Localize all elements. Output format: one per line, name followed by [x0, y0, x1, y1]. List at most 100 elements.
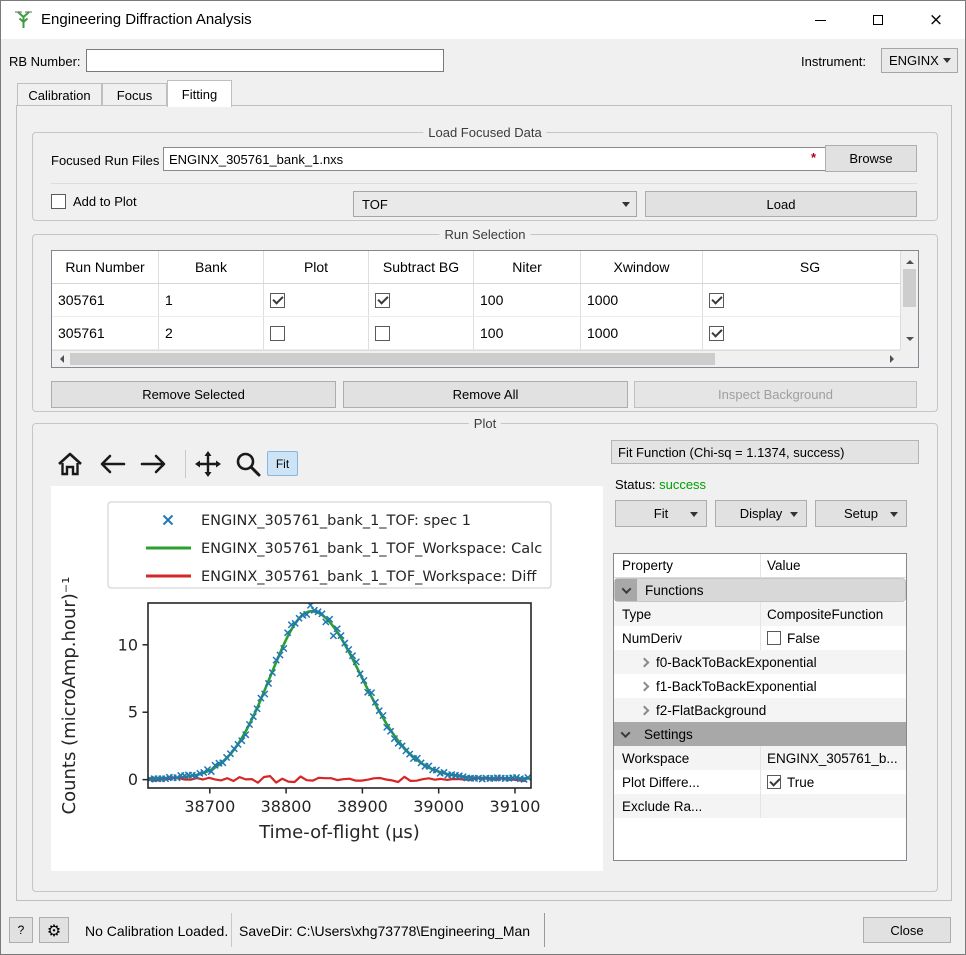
forward-arrow-icon [139, 452, 169, 476]
scrollbar-corner [900, 350, 918, 367]
setup-menu-button[interactable]: Setup [815, 500, 907, 527]
focused-run-files-input[interactable] [163, 147, 831, 171]
display-menu-button[interactable]: Display [715, 500, 807, 527]
property-value[interactable] [761, 794, 906, 818]
chevron-right-icon[interactable] [640, 657, 650, 667]
function-row-f0[interactable]: f0-BackToBackExponential [614, 650, 906, 674]
maximize-button[interactable] [849, 1, 907, 39]
column-header-niter[interactable]: Niter [474, 251, 581, 283]
scroll-down-icon[interactable] [906, 337, 914, 345]
property-row-workspace[interactable]: WorkspaceENGINX_305761_b... [614, 746, 906, 770]
chevron-right-icon[interactable] [640, 705, 650, 715]
remove-selected-button[interactable]: Remove Selected [51, 381, 336, 408]
plot-cell[interactable] [264, 284, 369, 316]
sg-checkbox[interactable] [709, 326, 724, 341]
sg-cell[interactable] [703, 317, 918, 349]
property-row-plot-differe-[interactable]: Plot Differe...True [614, 770, 906, 794]
function-name: f1-BackToBackExponential [656, 679, 817, 694]
rb-number-input[interactable] [86, 49, 444, 72]
add-to-plot-checkbox[interactable] [51, 194, 66, 209]
horizontal-scrollbar[interactable] [52, 350, 902, 367]
plot-checkbox[interactable] [270, 326, 285, 341]
property-group-functions[interactable]: Functions [614, 578, 906, 602]
property-name: Exclude Ra... [614, 794, 761, 818]
scroll-left-icon[interactable] [56, 355, 64, 363]
unit-dropdown[interactable]: TOF [353, 191, 637, 217]
checkbox-text: False [787, 631, 820, 646]
column-header-xwindow[interactable]: Xwindow [581, 251, 703, 283]
home-button[interactable] [53, 448, 87, 480]
column-header-subtract-bg[interactable]: Subtract BG [369, 251, 474, 283]
sg-cell[interactable] [703, 284, 918, 316]
tab-calibration[interactable]: Calibration [17, 83, 102, 106]
column-header-run-number[interactable]: Run Number [52, 251, 159, 283]
run-number-cell[interactable]: 305761 [52, 317, 159, 349]
chevron-down-icon [790, 512, 798, 521]
scroll-right-icon[interactable] [890, 355, 898, 363]
property-row-exclude-ra-[interactable]: Exclude Ra... [614, 794, 906, 818]
subtract-bg-cell[interactable] [369, 317, 474, 349]
load-button[interactable]: Load [645, 191, 917, 217]
forward-button[interactable] [137, 448, 171, 480]
bank-cell[interactable]: 1 [159, 284, 264, 316]
plot-cell[interactable] [264, 317, 369, 349]
xwindow-cell[interactable]: 1000 [581, 317, 703, 349]
svg-text:5: 5 [128, 703, 138, 722]
column-header-bank[interactable]: Bank [159, 251, 264, 283]
pan-button[interactable] [191, 448, 225, 480]
xwindow-cell[interactable]: 1000 [581, 284, 703, 316]
function-row-f1[interactable]: f1-BackToBackExponential [614, 674, 906, 698]
niter-cell[interactable]: 100 [474, 317, 581, 349]
column-header-plot[interactable]: Plot [264, 251, 369, 283]
plot-canvas[interactable]: 38700388003890039000391000510Time-of-fli… [51, 486, 603, 871]
help-button[interactable]: ? [9, 917, 33, 943]
close-button[interactable]: Close [863, 917, 951, 943]
subtract-bg-cell[interactable] [369, 284, 474, 316]
property-value[interactable]: CompositeFunction [761, 602, 906, 626]
property-name: Plot Differe... [614, 770, 761, 794]
load-group-title: Load Focused Data [423, 125, 546, 140]
plot-checkbox[interactable] [270, 293, 285, 308]
remove-all-button[interactable]: Remove All [343, 381, 628, 408]
column-header-sg[interactable]: SG [703, 251, 918, 283]
run-table-header: Run NumberBankPlotSubtract BGNiterXwindo… [52, 251, 918, 284]
tab-fitting[interactable]: Fitting [167, 80, 232, 107]
back-button[interactable] [95, 448, 129, 480]
browse-button[interactable]: Browse [825, 145, 917, 172]
vertical-scroll-thumb[interactable] [903, 269, 916, 307]
property-row-type[interactable]: TypeCompositeFunction [614, 602, 906, 626]
fit-toggle-button[interactable]: Fit [267, 451, 298, 476]
svg-text:Time-of-flight (μs): Time-of-flight (μs) [258, 822, 420, 843]
subtract-bg-checkbox[interactable] [375, 326, 390, 341]
chevron-right-icon[interactable] [640, 681, 650, 691]
tab-focus[interactable]: Focus [102, 83, 167, 106]
vertical-scrollbar[interactable] [900, 251, 918, 350]
run-number-cell[interactable]: 305761 [52, 284, 159, 316]
property-group-settings[interactable]: Settings [614, 722, 906, 746]
instrument-dropdown[interactable]: ENGINX [881, 48, 958, 73]
settings-button[interactable]: ⚙ [39, 917, 69, 943]
minimize-button[interactable] [791, 1, 849, 39]
zoom-button[interactable] [231, 448, 265, 480]
property-value[interactable]: ENGINX_305761_b... [761, 746, 906, 770]
subtract-bg-checkbox[interactable] [375, 293, 390, 308]
collapse-toggle[interactable] [615, 579, 637, 601]
inspect-background-button[interactable]: Inspect Background [634, 381, 917, 408]
calibration-status-text: No Calibration Loaded. [85, 923, 228, 939]
niter-cell[interactable]: 100 [474, 284, 581, 316]
function-row-f2[interactable]: f2-FlatBackground [614, 698, 906, 722]
value-checkbox[interactable] [767, 775, 781, 789]
property-value[interactable]: True [761, 770, 906, 794]
scroll-up-icon[interactable] [906, 256, 914, 264]
sg-checkbox[interactable] [709, 293, 724, 308]
close-window-button[interactable]: × [907, 1, 965, 39]
chevron-down-icon [620, 728, 630, 738]
property-value[interactable]: False [761, 626, 906, 650]
value-checkbox[interactable] [767, 631, 781, 645]
collapse-toggle[interactable] [614, 722, 636, 746]
property-row-numderiv[interactable]: NumDerivFalse [614, 626, 906, 650]
fit-menu-button[interactable]: Fit [615, 500, 707, 527]
legend-entry: ENGINX_305761_bank_1_TOF: spec 1 [201, 513, 471, 529]
horizontal-scroll-thumb[interactable] [70, 353, 715, 365]
bank-cell[interactable]: 2 [159, 317, 264, 349]
